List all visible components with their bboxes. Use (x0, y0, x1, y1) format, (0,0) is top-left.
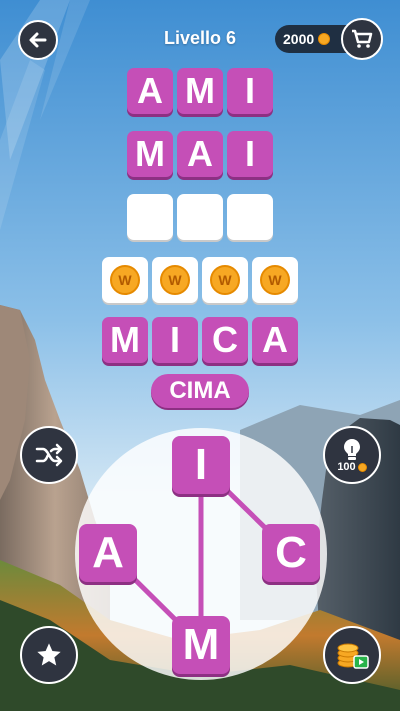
wheel-letter-c[interactable]: C (262, 524, 320, 582)
letter-tile: A (127, 68, 173, 114)
coin-icon: W (110, 265, 140, 295)
word-row-3 (0, 194, 400, 240)
level-title: Livello 6 (163, 28, 237, 48)
cart-icon (352, 29, 373, 48)
letter-tile: A (177, 131, 223, 177)
letter-tile: I (152, 317, 198, 363)
letter-tile: M (177, 68, 223, 114)
coin-bonus-tile: W (252, 257, 298, 303)
shuffle-button[interactable] (20, 426, 78, 484)
empty-letter-tile (227, 194, 273, 240)
wheel-letter-m[interactable]: M (172, 616, 230, 674)
coin-bonus-tile: W (152, 257, 198, 303)
coin-bonus-tile: W (202, 257, 248, 303)
shop-button[interactable] (341, 18, 383, 60)
letter-tile: I (227, 131, 273, 177)
shuffle-icon (35, 443, 63, 467)
letter-tile: M (127, 131, 173, 177)
back-button[interactable] (18, 20, 58, 60)
video-coins-button[interactable] (323, 626, 381, 684)
hint-cost: 100 (337, 461, 367, 473)
hint-cost-value: 100 (337, 461, 356, 473)
word-row-5: M I C A (0, 317, 400, 363)
coin-icon: W (260, 265, 290, 295)
coin-icon (357, 462, 367, 472)
coin-icon: W (210, 265, 240, 295)
coin-icon (318, 33, 331, 45)
arrow-left-icon (29, 32, 47, 48)
coin-icon: W (160, 265, 190, 295)
empty-letter-tile (177, 194, 223, 240)
word-row-1: A M I (0, 68, 400, 114)
video-coins-icon (337, 643, 369, 669)
lightbulb-icon (344, 439, 360, 460)
word-row-2: M A I (0, 131, 400, 177)
letter-tile: C (202, 317, 248, 363)
coin-bonus-tile: W (102, 257, 148, 303)
word-row-4: W W W W (0, 257, 400, 303)
wheel-letter-i[interactable]: I (172, 436, 230, 494)
letter-tile: I (227, 68, 273, 114)
letter-tile: M (102, 317, 148, 363)
star-icon (37, 643, 61, 666)
favorites-button[interactable] (20, 626, 78, 684)
empty-letter-tile (127, 194, 173, 240)
coin-count: 2000 (283, 31, 315, 47)
letter-tile: A (252, 317, 298, 363)
hint-button[interactable]: 100 (323, 426, 381, 484)
wheel-letter-a[interactable]: A (79, 524, 137, 582)
current-word-display: CIMA (151, 374, 249, 408)
